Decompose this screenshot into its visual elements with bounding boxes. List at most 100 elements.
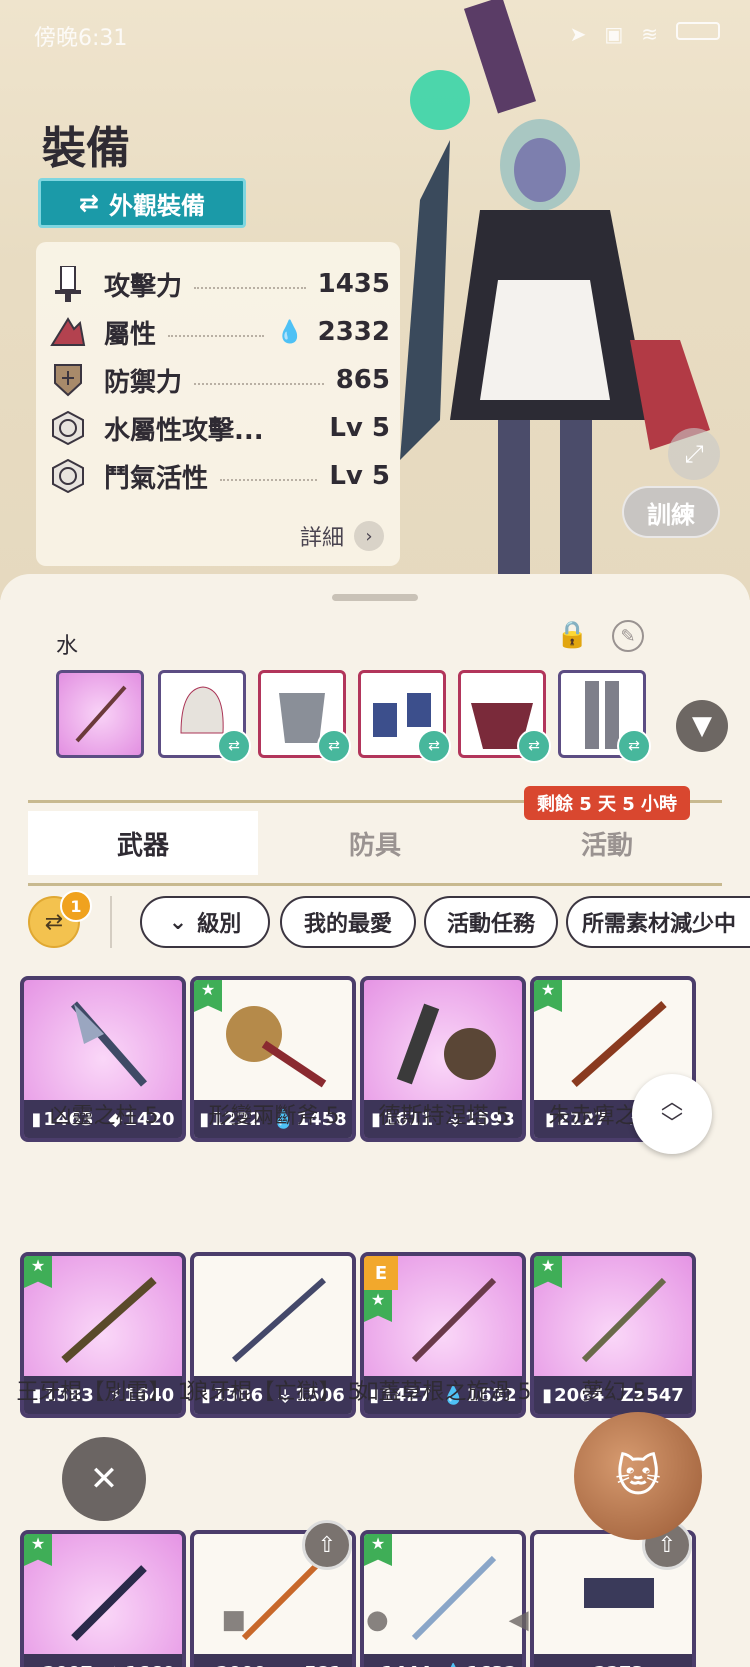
appearance-badge-icon: ⇄ (217, 729, 251, 763)
weapon-image (226, 1006, 327, 1088)
fire-icon: ♨1660 (107, 1663, 175, 1667)
swap-icon: ⇄ (78, 189, 100, 217)
tab-armor[interactable]: 防具 (260, 811, 490, 875)
detail-label: 詳細 (299, 526, 344, 551)
loadout-name: 水 (56, 634, 79, 659)
slot-arms[interactable]: ⇄ (358, 670, 451, 763)
palico-icon[interactable]: 🐱 (574, 1412, 702, 1540)
attack-icon: ▮2007 (31, 1663, 93, 1667)
slot-waist[interactable]: ⇄ (458, 670, 551, 763)
attack-icon: ▮2273 (582, 1663, 644, 1667)
sword-icon (50, 266, 86, 302)
stat-label: 鬥氣活性 (104, 463, 209, 494)
system-nav-bar: ■ ● ◀ (0, 1600, 750, 1640)
water-drop-icon: 💧 (276, 319, 304, 345)
sheet-handle[interactable] (332, 594, 418, 601)
event-timer-badge: 剩餘 5 天 5 小時 (524, 786, 690, 820)
filter-event-quest[interactable]: 活動任務 (424, 896, 558, 948)
weapon-attack: 2007 (43, 1663, 93, 1667)
filter-grade[interactable]: ⌄ 級別 (140, 896, 270, 948)
tab-weapon[interactable]: 武器 (28, 811, 258, 875)
weapon-thumbnail (75, 685, 127, 743)
weapon-image (581, 1277, 667, 1363)
weapon-stats: ▮2273 (534, 1654, 692, 1667)
weapon-grid: ▮ 1463 ◆ 1420 ★ ▮ 1222 💧 1458 ▮ 1611 ⚶ 1593 ★ … (0, 970, 750, 1667)
battery-icon (676, 22, 720, 40)
slot-head[interactable]: ⇄ (158, 670, 251, 763)
stat-dots (194, 383, 324, 385)
weapon-attack: 1444 (381, 1663, 431, 1667)
recents-icon[interactable]: ■ (221, 1605, 246, 1635)
weapon-stats: ▮2000 ●581 (194, 1654, 352, 1667)
attack-icon: ▮2000 (204, 1663, 266, 1667)
filter-less-materials[interactable]: 所需素材減少中 (566, 896, 750, 948)
weapon-name: 形變兩斷斧 5 (208, 1104, 340, 1129)
fullscreen-icon[interactable]: ⤢ (668, 428, 720, 480)
weapon-image (61, 1277, 157, 1363)
weapon-card[interactable]: ★ ▮2007 ♨1660 (20, 1530, 186, 1667)
back-icon[interactable]: ◀ (509, 1605, 529, 1635)
upgrade-arrow-icon: ⇧ (302, 1520, 352, 1570)
appearance-badge-icon: ⇄ (317, 729, 351, 763)
stat-label: 攻擊力 (104, 271, 183, 302)
weapon-name: 凶靈之柱 5 (49, 1104, 159, 1129)
slot-legs[interactable]: ⇄ (558, 670, 651, 763)
weapon-name: 德斯特涅塔 5 (378, 1104, 510, 1129)
slot-chest[interactable]: ⇄ (258, 670, 351, 763)
edit-icon[interactable]: ✎ (612, 620, 644, 652)
stat-dots (220, 479, 318, 481)
weapon-image (70, 1001, 148, 1087)
detail-link[interactable]: 詳細 › (300, 520, 384, 552)
stat-label: 屬性 (104, 319, 157, 350)
stat-dots (194, 287, 306, 289)
tab-event[interactable]: 活動 (492, 811, 722, 875)
expand-slots-icon[interactable]: ▼ (676, 700, 728, 752)
chevron-down-icon: ﹀ (660, 1112, 683, 1137)
wifi-icon: ≋ (641, 22, 658, 46)
stat-label: 水屬性攻擊... (104, 415, 264, 446)
weapon-card[interactable]: ★ ▮1444 💧1632 (360, 1530, 526, 1667)
chevron-down-icon: ⌄ (168, 909, 188, 935)
stat-defense: 防禦力 865 (50, 360, 390, 400)
weapon-element: 1660 (125, 1663, 175, 1667)
filter-favorites[interactable]: 我的最愛 (280, 896, 416, 948)
shield-icon (50, 362, 86, 398)
stat-label: 防禦力 (104, 367, 183, 398)
home-icon[interactable]: ● (366, 1605, 389, 1635)
stats-panel: 攻擊力 1435 屬性 💧 2332 防禦力 865 水屬性攻擊... Lv 5… (36, 242, 400, 566)
scroll-control[interactable]: ︿ ﹀ (632, 1074, 712, 1154)
weapon-image (232, 1277, 326, 1363)
train-button[interactable]: 訓練 (622, 486, 720, 538)
appearance-badge-icon: ⇄ (417, 729, 451, 763)
stat-value: Lv 5 (329, 413, 390, 443)
close-button[interactable]: ✕ (62, 1437, 146, 1521)
attack-icon: ▮1444 (369, 1663, 431, 1667)
filter-divider (110, 896, 112, 948)
chevron-up-icon: ︿ (660, 1090, 683, 1115)
appearance-badge-icon: ⇄ (517, 729, 551, 763)
weapon-stats: ▮2007 ♨1660 (24, 1654, 182, 1667)
sort-count-badge: 1 (60, 890, 92, 922)
page-title: 裝備 (42, 123, 130, 174)
poison-icon: ●581 (287, 1663, 342, 1667)
slot-weapon[interactable] (56, 670, 144, 758)
lock-icon[interactable]: 🔒 (556, 620, 588, 650)
stat-value: Lv 5 (329, 461, 390, 491)
weapon-stats: ▮1444 💧1632 (364, 1654, 522, 1667)
appearance-badge-icon: ⇄ (617, 729, 651, 763)
stat-skill-water: 水屬性攻擊... Lv 5 (50, 408, 390, 448)
appearance-equip-button[interactable]: ⇄ 外觀裝備 (38, 178, 246, 228)
weapon-image (411, 1277, 497, 1363)
stat-value: 1435 (317, 269, 390, 299)
stat-skill-agitator: 鬥氣活性 Lv 5 (50, 456, 390, 496)
weapon-attack: 2273 (594, 1663, 644, 1667)
stat-attack: 攻擊力 1435 (50, 264, 390, 304)
location-icon: ➤ (569, 22, 587, 46)
filter-grade-label: 級別 (197, 912, 242, 937)
element-flame-icon (50, 314, 86, 350)
status-time: 傍晚6:31 (34, 26, 128, 51)
status-icons: ➤ ▣ ≋ (570, 22, 720, 46)
skill-hex-icon (50, 410, 86, 446)
stat-value: 865 (335, 365, 390, 395)
weapon-name: 夢幻 5 (581, 1380, 647, 1405)
